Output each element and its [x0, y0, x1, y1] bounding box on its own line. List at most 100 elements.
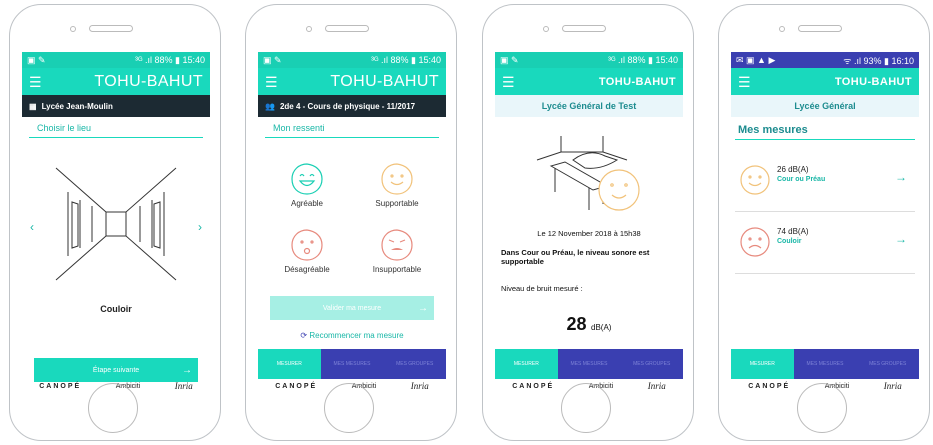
arrow-right-icon: →: [418, 302, 428, 314]
refresh-icon: ⟳: [300, 331, 310, 340]
inria-logo: Inria: [647, 381, 666, 391]
canope-logo: CANOPÉ: [512, 382, 555, 390]
restart-label: Recommencer ma mesure: [309, 331, 404, 340]
canope-logo: CANOPÉ: [748, 382, 791, 390]
home-button[interactable]: [88, 383, 138, 433]
menu-icon[interactable]: ☰: [738, 75, 751, 89]
chevron-left-icon[interactable]: ‹: [30, 220, 34, 234]
status-bar: ▣ ✎ ³ᴳ .ıl 88% ▮ 15:40: [258, 52, 446, 68]
tab-measure[interactable]: MESURER: [495, 349, 558, 379]
menu-icon[interactable]: ☰: [265, 75, 278, 89]
validate-measure-button[interactable]: Valider ma mesure →: [270, 296, 434, 320]
status-left: ▣ ✎: [500, 54, 519, 65]
building-icon: ▦: [29, 101, 37, 111]
status-bar: ▣ ✎ ³ᴳ .ıl 88% ▮ 15:40: [495, 52, 683, 68]
home-button[interactable]: [797, 383, 847, 433]
group-icon: 👥: [265, 101, 275, 111]
noise-level: 28 dB(A): [495, 314, 683, 335]
tab-my-groups[interactable]: MES GROUPES: [856, 349, 919, 379]
restart-link[interactable]: ⟳ Recommencer ma mesure: [258, 331, 446, 340]
feeling-unpleasant[interactable]: Désagréable: [262, 228, 352, 274]
section-title: Mon ressenti: [265, 117, 439, 138]
smile-face-icon: [381, 163, 413, 195]
speaker: [89, 25, 133, 32]
measure-item[interactable]: 74 dB(A) Couloir →: [735, 214, 915, 274]
camera: [779, 26, 785, 32]
tab-bar: MESURER MES MESURES MES GROUPES: [258, 349, 446, 379]
camera: [306, 26, 312, 32]
tab-measure[interactable]: MESURER: [731, 349, 794, 379]
canope-logo: CANOPÉ: [39, 382, 82, 390]
app-bar: ☰ TOHU-BAHUT: [258, 68, 446, 95]
feeling-label: Supportable: [375, 199, 419, 208]
section-title: Mes mesures: [735, 117, 915, 140]
arrow-right-icon[interactable]: →: [895, 232, 907, 246]
status-left: ✉ ▣ ▲ ▶: [736, 54, 776, 65]
status-bar: ▣ ✎ ³ᴳ .ıl 88% ▮ 15:40: [22, 52, 210, 68]
screen-choose-place: ▣ ✎ ³ᴳ .ıl 88% ▮ 15:40 ☰ TOHU-BAHUT ▦ Lycée…: [22, 52, 210, 396]
school-header: Lycée Général: [731, 95, 919, 117]
status-right: ³ᴳ .ıl 88% ▮ 15:40: [608, 54, 678, 65]
feeling-pleasant[interactable]: Agréable: [262, 162, 352, 208]
app-title: TOHU-BAHUT: [94, 72, 203, 90]
place-label: Couloir: [100, 304, 132, 314]
measure-item[interactable]: 26 dB(A) Cour ou Préau →: [735, 152, 915, 212]
tab-my-measures[interactable]: MES MESURES: [794, 349, 857, 379]
inria-logo: Inria: [410, 381, 429, 391]
measure-date: Le 12 November 2018 à 15h38: [537, 229, 641, 238]
smile-face-icon: [740, 165, 770, 195]
menu-icon[interactable]: ☰: [502, 75, 515, 89]
noise-value: 28: [566, 314, 587, 334]
status-right: ³ᴳ .ıl 88% ▮ 15:40: [135, 54, 205, 65]
app-title: TOHU-BAHUT: [330, 72, 439, 90]
feeling-label: Désagréable: [284, 265, 330, 274]
status-bar: ✉ ▣ ▲ ▶ ᯤ .ıl 93% ▮ 16:10: [731, 52, 919, 68]
status-left: ▣ ✎: [27, 54, 46, 65]
tab-my-groups[interactable]: MES GROUPES: [383, 349, 446, 379]
school-bar: ▦ Lycée Jean-Moulin: [22, 95, 210, 117]
menu-icon[interactable]: ☰: [29, 75, 42, 89]
class-title: 2de 4 - Cours de physique - 11/2017: [279, 101, 416, 111]
courtyard-bench-illustration: [536, 136, 640, 211]
section-title: Choisir le lieu: [29, 117, 203, 138]
camera: [543, 26, 549, 32]
screen-result: ▣ ✎ ³ᴳ .ıl 88% ▮ 15:40 ☰ TOHU-BAHUT Lycée …: [495, 52, 683, 396]
angry-face-icon: [381, 229, 413, 261]
worried-face-icon: [291, 229, 323, 261]
feeling-label: Agréable: [290, 199, 324, 208]
measure-value: 74 dB(A): [777, 227, 809, 236]
app-bar: ☰ TOHU-BAHUT: [495, 68, 683, 95]
tab-bar: MESURER MES MESURES MES GROUPES: [731, 349, 919, 379]
phone-3: ▣ ✎ ³ᴳ .ıl 88% ▮ 15:40 ☰ TOHU-BAHUT Lycée …: [482, 4, 694, 441]
feeling-bearable[interactable]: Supportable: [352, 162, 442, 208]
noise-verdict: Dans Cour ou Préau, le niveau sonore est…: [501, 248, 650, 266]
tab-bar: MESURER MES MESURES MES GROUPES: [495, 349, 683, 379]
speaker: [325, 25, 369, 32]
validate-label: Valider ma mesure: [322, 304, 382, 312]
inria-logo: Inria: [883, 381, 902, 391]
home-button[interactable]: [324, 383, 374, 433]
sad-face-icon: [740, 227, 770, 257]
inria-logo: Inria: [174, 381, 193, 391]
feeling-unbearable[interactable]: Insupportable: [352, 228, 442, 274]
noise-level-label: Niveau de bruit mesuré :: [501, 284, 583, 293]
status-right: ³ᴳ .ıl 88% ▮ 15:40: [371, 54, 441, 65]
tab-my-measures[interactable]: MES MESURES: [558, 349, 621, 379]
arrow-right-icon[interactable]: →: [895, 170, 907, 184]
feeling-label: Insupportable: [372, 265, 422, 274]
app-bar: ☰ TOHU-BAHUT: [731, 68, 919, 95]
next-step-label: Étape suivante: [92, 366, 140, 374]
app-title: TOHU-BAHUT: [598, 75, 676, 88]
phone-2: ▣ ✎ ³ᴳ .ıl 88% ▮ 15:40 ☰ TOHU-BAHUT 👥 2de 4…: [245, 4, 457, 441]
measure-value: 26 dB(A): [777, 165, 809, 174]
school-header: Lycée Général de Test: [495, 95, 683, 117]
screen-my-measures: ✉ ▣ ▲ ▶ ᯤ .ıl 93% ▮ 16:10 ☰ TOHU-BAHUT Lyc…: [731, 52, 919, 396]
home-button[interactable]: [561, 383, 611, 433]
tab-my-groups[interactable]: MES GROUPES: [620, 349, 683, 379]
tab-measure[interactable]: MESURER: [258, 349, 321, 379]
chevron-right-icon[interactable]: ›: [198, 220, 202, 234]
status-left: ▣ ✎: [263, 54, 282, 65]
tab-my-measures[interactable]: MES MESURES: [321, 349, 384, 379]
speaker: [562, 25, 606, 32]
speaker: [798, 25, 842, 32]
